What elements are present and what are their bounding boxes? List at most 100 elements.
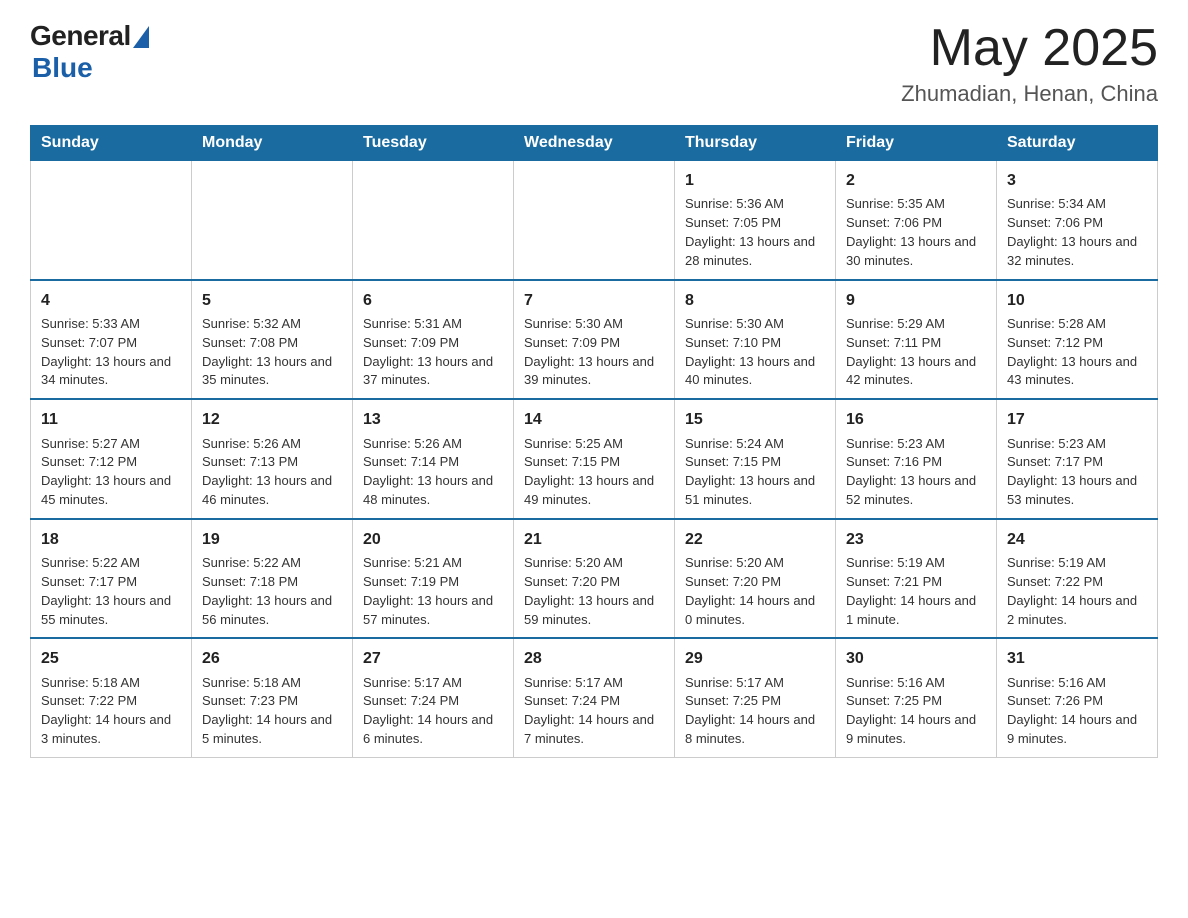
day-info: Sunrise: 5:16 AMSunset: 7:25 PMDaylight:… <box>846 674 986 749</box>
calendar-cell <box>192 161 353 280</box>
logo-blue-text: Blue <box>32 52 93 84</box>
calendar-table: SundayMondayTuesdayWednesdayThursdayFrid… <box>30 125 1158 758</box>
calendar-header-row: SundayMondayTuesdayWednesdayThursdayFrid… <box>31 126 1158 161</box>
day-number: 25 <box>41 647 181 670</box>
day-number: 15 <box>685 408 825 431</box>
day-number: 23 <box>846 528 986 551</box>
day-info: Sunrise: 5:23 AMSunset: 7:16 PMDaylight:… <box>846 435 986 510</box>
calendar-cell: 23 Sunrise: 5:19 AMSunset: 7:21 PMDayligh… <box>836 519 997 639</box>
day-info: Sunrise: 5:22 AMSunset: 7:18 PMDaylight:… <box>202 554 342 629</box>
day-info: Sunrise: 5:19 AMSunset: 7:21 PMDaylight:… <box>846 554 986 629</box>
day-info: Sunrise: 5:16 AMSunset: 7:26 PMDaylight:… <box>1007 674 1147 749</box>
logo: General Blue <box>30 20 149 84</box>
calendar-cell: 27 Sunrise: 5:17 AMSunset: 7:24 PMDayligh… <box>353 638 514 757</box>
calendar-cell: 14 Sunrise: 5:25 AMSunset: 7:15 PMDayligh… <box>514 399 675 519</box>
day-info: Sunrise: 5:32 AMSunset: 7:08 PMDaylight:… <box>202 315 342 390</box>
location-title: Zhumadian, Henan, China <box>901 81 1158 107</box>
weekday-header: Friday <box>836 126 997 161</box>
calendar-cell: 2 Sunrise: 5:35 AMSunset: 7:06 PMDaylight… <box>836 161 997 280</box>
day-number: 29 <box>685 647 825 670</box>
day-info: Sunrise: 5:26 AMSunset: 7:13 PMDaylight:… <box>202 435 342 510</box>
day-number: 14 <box>524 408 664 431</box>
day-number: 31 <box>1007 647 1147 670</box>
day-number: 2 <box>846 169 986 192</box>
logo-general-text: General <box>30 20 131 52</box>
logo-triangle-icon <box>133 26 149 48</box>
calendar-cell: 25Sunrise: 5:18 AMSunset: 7:22 PMDayligh… <box>31 638 192 757</box>
calendar-cell: 22Sunrise: 5:20 AMSunset: 7:20 PMDayligh… <box>675 519 836 639</box>
calendar-cell: 6Sunrise: 5:31 AMSunset: 7:09 PMDaylight… <box>353 280 514 400</box>
calendar-cell: 8 Sunrise: 5:30 AMSunset: 7:10 PMDaylight… <box>675 280 836 400</box>
day-number: 26 <box>202 647 342 670</box>
day-number: 5 <box>202 289 342 312</box>
day-number: 12 <box>202 408 342 431</box>
day-info: Sunrise: 5:29 AMSunset: 7:11 PMDaylight:… <box>846 315 986 390</box>
calendar-cell <box>353 161 514 280</box>
day-info: Sunrise: 5:33 AMSunset: 7:07 PMDaylight:… <box>41 315 181 390</box>
calendar-cell: 29 Sunrise: 5:17 AMSunset: 7:25 PMDayligh… <box>675 638 836 757</box>
calendar-cell: 7 Sunrise: 5:30 AMSunset: 7:09 PMDaylight… <box>514 280 675 400</box>
calendar-cell: 5 Sunrise: 5:32 AMSunset: 7:08 PMDaylight… <box>192 280 353 400</box>
calendar-week-row: 18Sunrise: 5:22 AMSunset: 7:17 PMDayligh… <box>31 519 1158 639</box>
day-number: 20 <box>363 528 503 551</box>
day-info: Sunrise: 5:19 AMSunset: 7:22 PMDaylight:… <box>1007 554 1147 629</box>
day-info: Sunrise: 5:35 AMSunset: 7:06 PMDaylight:… <box>846 195 986 270</box>
day-info: Sunrise: 5:20 AMSunset: 7:20 PMDaylight:… <box>524 554 664 629</box>
day-info: Sunrise: 5:20 AMSunset: 7:20 PMDaylight:… <box>685 554 825 629</box>
day-info: Sunrise: 5:28 AMSunset: 7:12 PMDaylight:… <box>1007 315 1147 390</box>
calendar-cell: 21 Sunrise: 5:20 AMSunset: 7:20 PMDayligh… <box>514 519 675 639</box>
day-info: Sunrise: 5:17 AMSunset: 7:25 PMDaylight:… <box>685 674 825 749</box>
weekday-header: Tuesday <box>353 126 514 161</box>
day-number: 13 <box>363 408 503 431</box>
day-number: 11 <box>41 408 181 431</box>
day-number: 21 <box>524 528 664 551</box>
weekday-header: Wednesday <box>514 126 675 161</box>
day-number: 17 <box>1007 408 1147 431</box>
calendar-cell: 12 Sunrise: 5:26 AMSunset: 7:13 PMDayligh… <box>192 399 353 519</box>
day-number: 8 <box>685 289 825 312</box>
day-info: Sunrise: 5:17 AMSunset: 7:24 PMDaylight:… <box>363 674 503 749</box>
day-info: Sunrise: 5:30 AMSunset: 7:09 PMDaylight:… <box>524 315 664 390</box>
calendar-cell: 24 Sunrise: 5:19 AMSunset: 7:22 PMDayligh… <box>997 519 1158 639</box>
day-number: 30 <box>846 647 986 670</box>
day-info: Sunrise: 5:30 AMSunset: 7:10 PMDaylight:… <box>685 315 825 390</box>
calendar-cell: 11 Sunrise: 5:27 AMSunset: 7:12 PMDayligh… <box>31 399 192 519</box>
calendar-week-row: 1 Sunrise: 5:36 AMSunset: 7:05 PMDaylight… <box>31 161 1158 280</box>
day-info: Sunrise: 5:18 AMSunset: 7:23 PMDaylight:… <box>202 674 342 749</box>
calendar-cell <box>31 161 192 280</box>
weekday-header: Sunday <box>31 126 192 161</box>
day-info: Sunrise: 5:27 AMSunset: 7:12 PMDaylight:… <box>41 435 181 510</box>
calendar-cell: 30 Sunrise: 5:16 AMSunset: 7:25 PMDayligh… <box>836 638 997 757</box>
day-number: 19 <box>202 528 342 551</box>
day-number: 1 <box>685 169 825 192</box>
day-number: 24 <box>1007 528 1147 551</box>
title-block: May 2025 Zhumadian, Henan, China <box>901 20 1158 107</box>
calendar-week-row: 4 Sunrise: 5:33 AMSunset: 7:07 PMDaylight… <box>31 280 1158 400</box>
calendar-cell: 18Sunrise: 5:22 AMSunset: 7:17 PMDayligh… <box>31 519 192 639</box>
calendar-cell: 17 Sunrise: 5:23 AMSunset: 7:17 PMDayligh… <box>997 399 1158 519</box>
day-number: 16 <box>846 408 986 431</box>
calendar-week-row: 11 Sunrise: 5:27 AMSunset: 7:12 PMDayligh… <box>31 399 1158 519</box>
calendar-cell: 1 Sunrise: 5:36 AMSunset: 7:05 PMDaylight… <box>675 161 836 280</box>
calendar-cell: 26 Sunrise: 5:18 AMSunset: 7:23 PMDayligh… <box>192 638 353 757</box>
day-number: 9 <box>846 289 986 312</box>
calendar-cell: 20Sunrise: 5:21 AMSunset: 7:19 PMDayligh… <box>353 519 514 639</box>
weekday-header: Thursday <box>675 126 836 161</box>
page-header: General Blue May 2025 Zhumadian, Henan, … <box>30 20 1158 107</box>
weekday-header: Monday <box>192 126 353 161</box>
weekday-header: Saturday <box>997 126 1158 161</box>
day-number: 10 <box>1007 289 1147 312</box>
calendar-cell <box>514 161 675 280</box>
day-info: Sunrise: 5:25 AMSunset: 7:15 PMDaylight:… <box>524 435 664 510</box>
day-number: 4 <box>41 289 181 312</box>
day-number: 7 <box>524 289 664 312</box>
calendar-cell: 13Sunrise: 5:26 AMSunset: 7:14 PMDayligh… <box>353 399 514 519</box>
calendar-cell: 15Sunrise: 5:24 AMSunset: 7:15 PMDayligh… <box>675 399 836 519</box>
month-title: May 2025 <box>901 20 1158 77</box>
day-number: 27 <box>363 647 503 670</box>
day-info: Sunrise: 5:23 AMSunset: 7:17 PMDaylight:… <box>1007 435 1147 510</box>
calendar-cell: 28Sunrise: 5:17 AMSunset: 7:24 PMDayligh… <box>514 638 675 757</box>
day-number: 28 <box>524 647 664 670</box>
day-info: Sunrise: 5:36 AMSunset: 7:05 PMDaylight:… <box>685 195 825 270</box>
calendar-cell: 10 Sunrise: 5:28 AMSunset: 7:12 PMDayligh… <box>997 280 1158 400</box>
